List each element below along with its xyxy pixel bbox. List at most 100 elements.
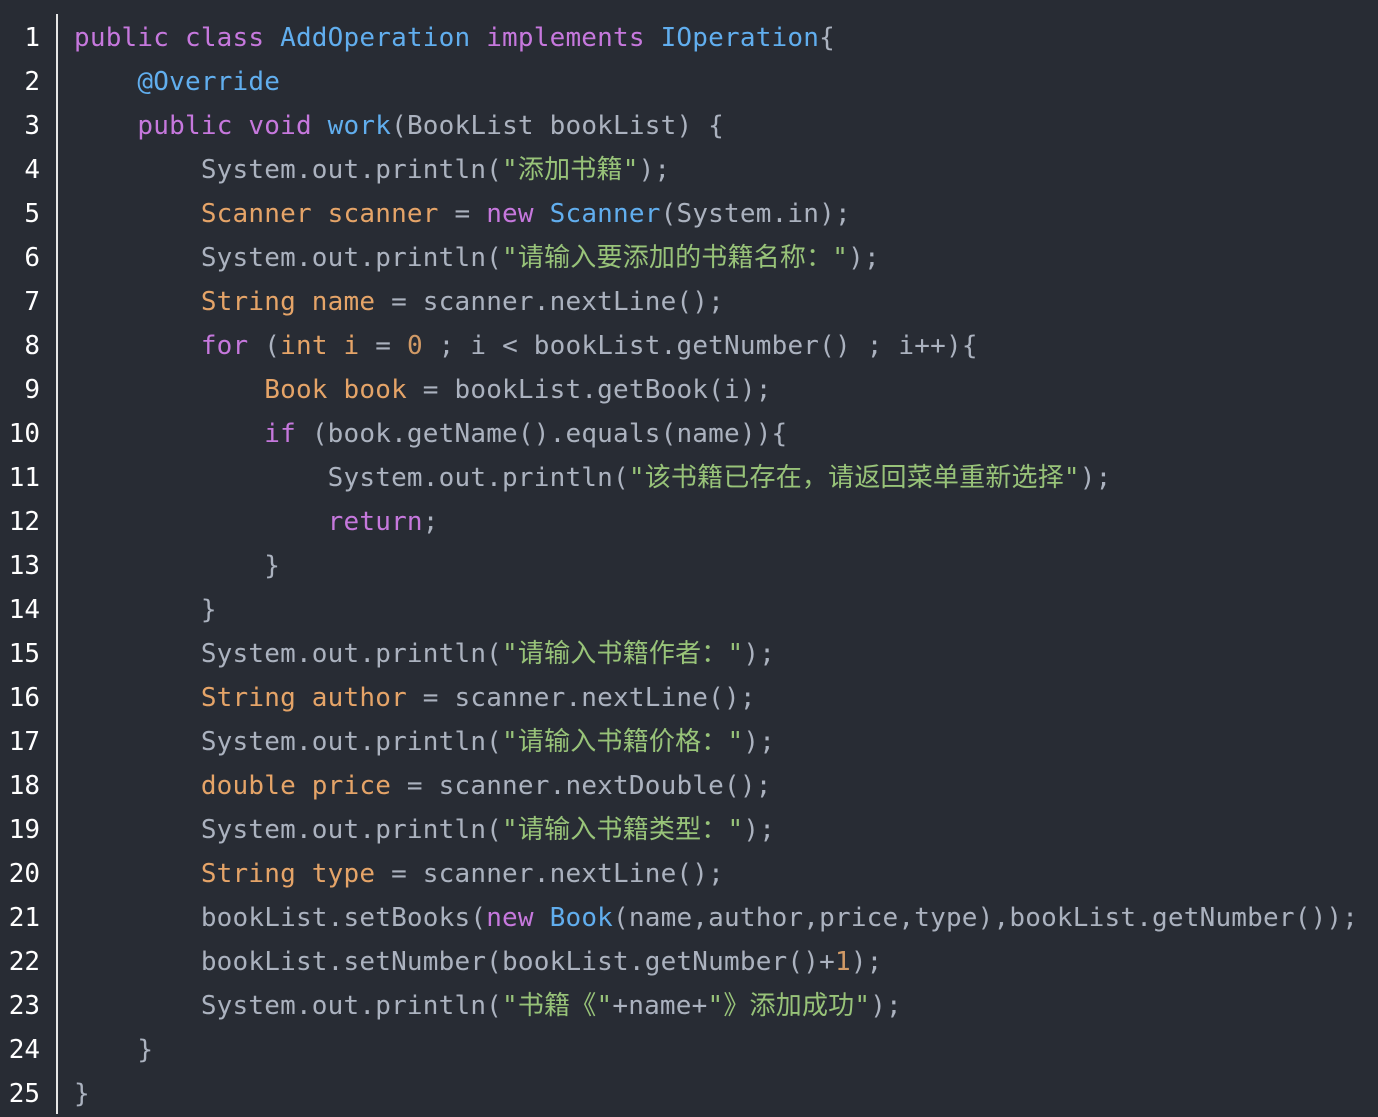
code-token: { [819, 23, 835, 53]
line-number: 18 [8, 771, 40, 801]
code-token: = [438, 199, 487, 229]
code-token: if [264, 419, 312, 449]
code-token: System.out.println( [74, 815, 503, 845]
code-token: System.out.println( [74, 727, 503, 757]
code-text: System.out.println("请输入书籍价格："); [74, 720, 775, 764]
code-token: new [486, 903, 550, 933]
code-token: implements [486, 23, 661, 53]
code-text: Scanner scanner = new Scanner(System.in)… [74, 192, 851, 236]
code-text: String author = scanner.nextLine(); [74, 676, 756, 720]
code-text: double price = scanner.nextDouble(); [74, 764, 772, 808]
code-token: int i [280, 331, 360, 361]
line-number: 14 [8, 595, 40, 625]
code-token: System.out.println( [74, 991, 503, 1021]
line-number: 21 [8, 903, 40, 933]
code-token: 1 [834, 947, 851, 977]
line-number: 22 [8, 947, 40, 977]
code-token: ); [743, 639, 776, 669]
code-token: = bookList.getBook(i); [406, 375, 772, 405]
code-text: System.out.println("请输入要添加的书籍名称："); [74, 236, 880, 280]
code-token: Book [549, 903, 614, 933]
line-number: 11 [8, 463, 40, 493]
code-token: ( [264, 331, 281, 361]
code-token: } [74, 1035, 154, 1065]
code-token: Scanner [549, 199, 661, 229]
code-token: System.out.println( [74, 639, 503, 669]
code-token: ); [870, 991, 902, 1021]
code-token: ); [1079, 463, 1112, 493]
code-token: (book.getName().equals(name)){ [311, 419, 788, 449]
line-number: 13 [8, 551, 40, 581]
line-number: 1 [24, 23, 40, 53]
line-number: 10 [8, 419, 40, 449]
code-text: bookList.setBooks(new Book(name,author,p… [74, 896, 1358, 940]
code-token: ); [743, 727, 776, 757]
code-token: "》添加成功" [707, 991, 871, 1021]
code-token: String author [200, 683, 407, 713]
code-token: ; [422, 507, 439, 537]
code-text: String name = scanner.nextLine(); [74, 280, 724, 324]
code-token: = scanner.nextDouble(); [391, 771, 772, 801]
code-text: return; [74, 500, 439, 544]
line-number: 25 [8, 1079, 40, 1109]
code-token: "请输入书籍类型：" [502, 815, 744, 845]
code-token: "请输入要添加的书籍名称：" [502, 243, 849, 273]
code-token: = scanner.nextLine(); [375, 287, 724, 317]
line-number: 2 [24, 67, 40, 97]
code-token: new [486, 199, 550, 229]
code-token: = [359, 331, 407, 361]
code-token: for [200, 331, 265, 361]
code-text: System.out.println("请输入书籍类型："); [74, 808, 775, 852]
code-token: public class [74, 23, 281, 53]
code-token: 0 [406, 331, 423, 361]
code-text: System.out.println("书籍《"+name+"》添加成功"); [74, 984, 902, 1028]
code-editor: 1 public class AddOperation implements IO… [0, 0, 1378, 1117]
code-token: "书籍《" [502, 991, 613, 1021]
code-text: if (book.getName().equals(name)){ [74, 412, 787, 456]
code-token: return [327, 507, 423, 537]
code-token: bookList.setBooks( [74, 903, 487, 933]
line-number: 12 [8, 507, 40, 537]
code-token: ; i < bookList.getNumber() ; i++){ [422, 331, 978, 361]
code-token: @Override [137, 67, 281, 97]
code-text: System.out.println("添加书籍"); [74, 148, 670, 192]
code-text: for (int i = 0 ; i < bookList.getNumber(… [74, 324, 978, 368]
code-token: = scanner.nextLine(); [406, 683, 756, 713]
code-text: } [74, 1072, 90, 1116]
code-text: bookList.setNumber(bookList.getNumber()+… [74, 940, 883, 984]
code-text: } [74, 544, 280, 588]
code-text: } [74, 588, 217, 632]
code-text: System.out.println("该书籍已存在，请返回菜单重新选择"); [74, 456, 1112, 500]
code-token: ); [743, 815, 776, 845]
code-token: System.out.println( [74, 463, 629, 493]
code-token: Book book [264, 375, 407, 405]
code-token: IOperation [660, 23, 820, 53]
code-token: (name,author,price,type),bookList.getNum… [613, 903, 1359, 933]
line-number: 9 [24, 375, 40, 405]
code-token: "添加书籍" [502, 155, 639, 185]
line-number: 20 [8, 859, 40, 889]
code-token: String name [200, 287, 376, 317]
code-token: System.out.println( [74, 243, 503, 273]
line-number: 23 [8, 991, 40, 1021]
code-token: System.out.println( [74, 155, 503, 185]
code-token: bookList.setNumber(bookList.getNumber()+ [74, 947, 835, 977]
code-token: public void [137, 111, 328, 141]
code-text: Book book = bookList.getBook(i); [74, 368, 772, 412]
line-number: 15 [8, 639, 40, 669]
code-text: public class AddOperation implements IOp… [74, 16, 835, 60]
code-token: double price [200, 771, 392, 801]
line-number: 4 [24, 155, 40, 185]
line-number: 17 [8, 727, 40, 757]
line-number: 8 [24, 331, 40, 361]
code-token: } [74, 551, 281, 581]
